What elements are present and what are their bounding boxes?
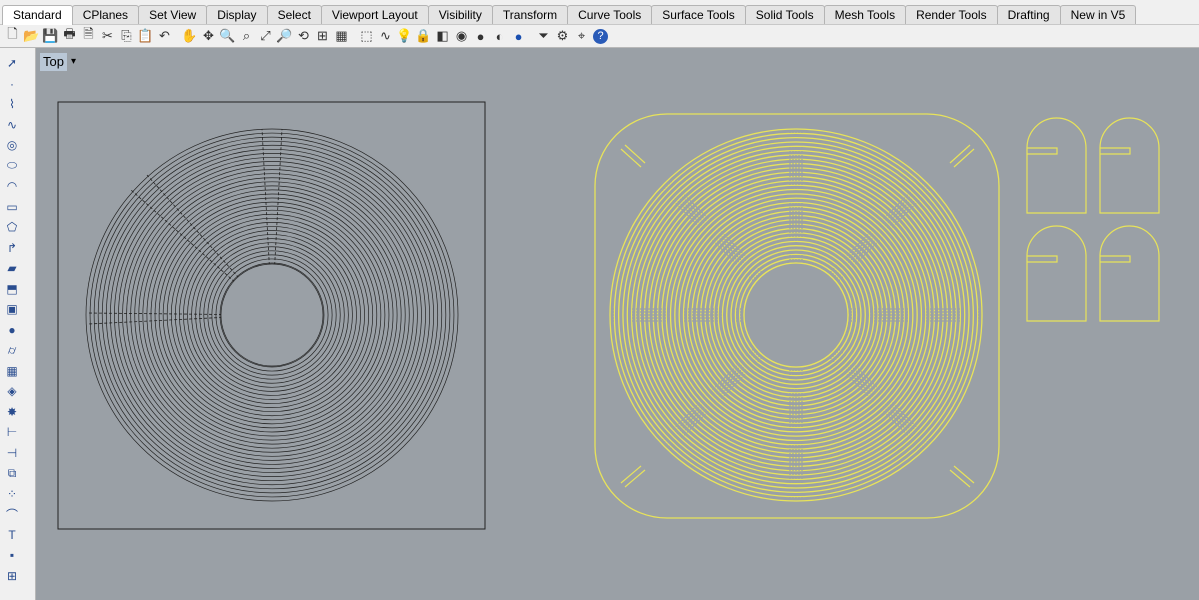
corner-notch-edge (953, 465, 975, 484)
arched-tab-piece (1026, 225, 1087, 322)
viewport-menu-arrow-icon[interactable]: ▾ (71, 53, 76, 71)
corner-notch (624, 144, 646, 164)
viewport-title[interactable]: Top (40, 53, 67, 71)
arched-tab-piece (1026, 117, 1087, 214)
corner-notch-edge (620, 465, 642, 484)
corner-notch (949, 144, 971, 164)
tab-slot (1027, 147, 1058, 155)
selected-spiral-cutout (594, 113, 1160, 519)
spiral-outline-part (57, 101, 486, 530)
center-hole (220, 263, 324, 367)
corner-notch (624, 469, 646, 488)
corner-notch (949, 469, 971, 488)
tab-slot (1027, 255, 1058, 263)
arched-tab-piece (1099, 225, 1160, 322)
corner-notch-edge (953, 148, 975, 168)
tab-slot (1100, 147, 1131, 155)
corner-notch-edge (620, 148, 642, 168)
tab-slot (1100, 255, 1131, 263)
model-drawing[interactable] (0, 0, 1199, 600)
arched-tab-piece (1099, 117, 1160, 214)
center-hole (743, 262, 849, 368)
